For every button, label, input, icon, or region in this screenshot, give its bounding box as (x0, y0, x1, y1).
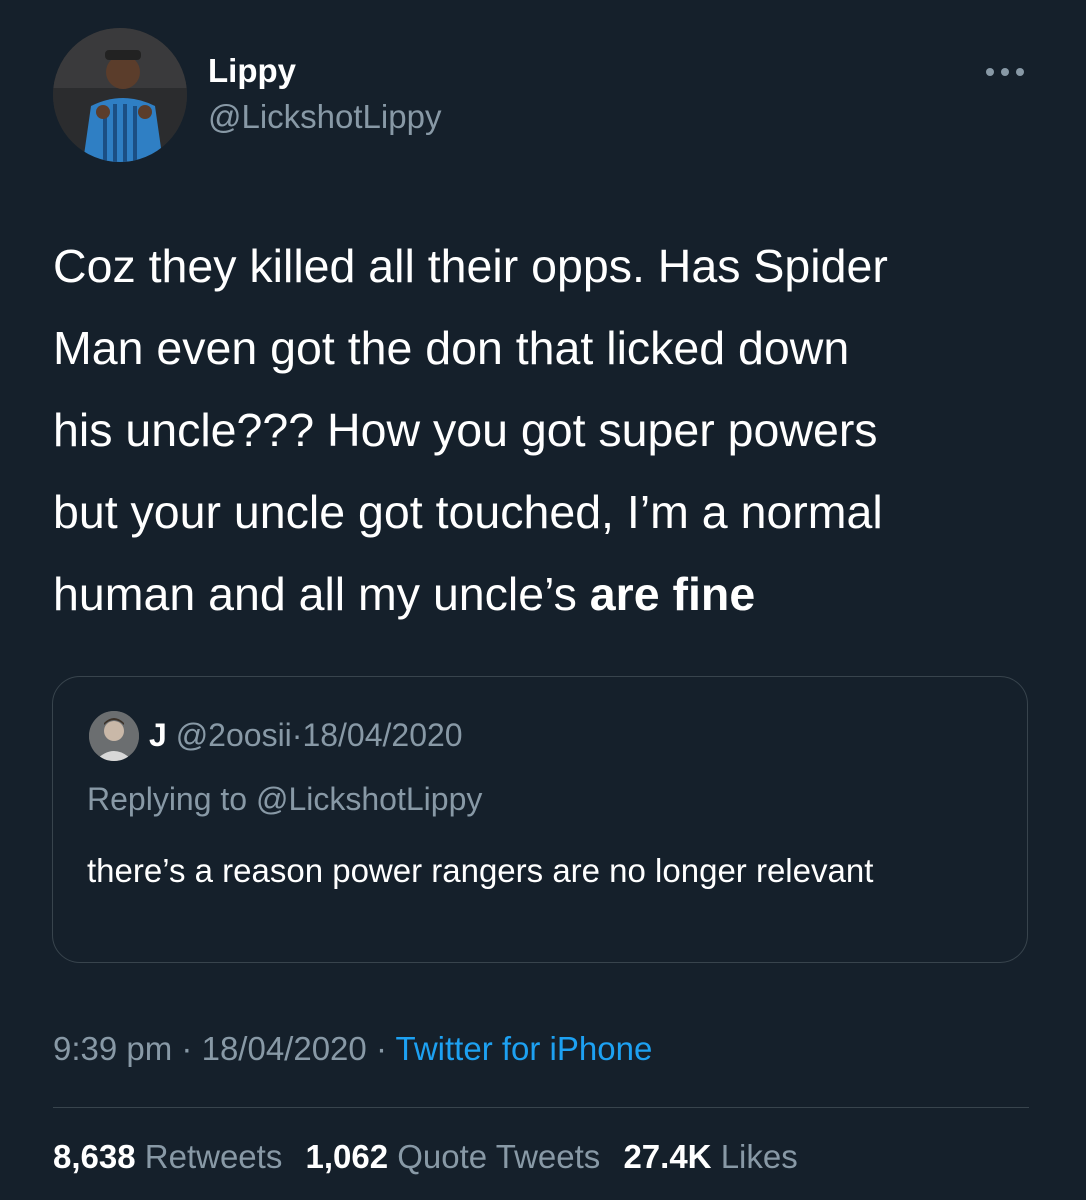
likes-label: Likes (720, 1138, 798, 1175)
divider (53, 1107, 1029, 1108)
tweet-text-bold: are fine (589, 568, 756, 620)
tweet-date[interactable]: 18/04/2020 (202, 1030, 367, 1067)
author-handle[interactable]: @LickshotLippy (208, 98, 441, 136)
tweet-text-line: human and all my uncle’s are fine (53, 553, 1043, 635)
tweet-text-line: Man even got the don that licked down (53, 322, 850, 374)
quote-tweets-stat[interactable]: 1,062 Quote Tweets (306, 1138, 601, 1175)
tweet-detail: Lippy @LickshotLippy Coz they killed all… (0, 0, 1086, 1200)
more-horizontal-icon[interactable] (983, 62, 1027, 82)
tweet-text-plain: human and all my uncle’s (53, 568, 590, 620)
retweets-count: 8,638 (53, 1138, 136, 1175)
quote-tweets-label: Quote Tweets (397, 1138, 601, 1175)
quoted-separator: · (291, 717, 303, 753)
tweet-stats: 8,638 Retweets 1,062 Quote Tweets 27.4K … (53, 1138, 812, 1176)
quoted-replying-to: Replying to @LickshotLippy (87, 781, 483, 817)
quoted-author-handle: @2oosii (175, 717, 292, 753)
quoted-header: J @2oosii·18/04/2020 (149, 717, 463, 754)
tweet-text-line: but your uncle got touched, I’m a normal (53, 486, 883, 538)
meta-separator: · (375, 1030, 387, 1067)
tweet-text-line: Coz they killed all their opps. Has Spid… (53, 240, 888, 292)
likes-count: 27.4K (623, 1138, 712, 1175)
quoted-author-avatar[interactable] (89, 711, 139, 761)
tweet-time[interactable]: 9:39 pm (53, 1030, 172, 1067)
retweets-stat[interactable]: 8,638 Retweets (53, 1138, 282, 1175)
quote-tweets-count: 1,062 (305, 1138, 389, 1175)
quoted-avatar-image (89, 711, 139, 761)
quoted-tweet[interactable]: J @2oosii·18/04/2020 Replying to @Licksh… (52, 676, 1028, 963)
quoted-text: there’s a reason power rangers are no lo… (87, 852, 874, 889)
tweet-text: Coz they killed all their opps. Has Spid… (53, 225, 1043, 635)
author-avatar-image (53, 28, 187, 162)
author-avatar[interactable] (53, 28, 187, 162)
quoted-author-name: J (149, 717, 167, 753)
tweet-source-link[interactable]: Twitter for iPhone (396, 1030, 653, 1067)
tweet-timestamp-row: 9:39 pm · 18/04/2020 · Twitter for iPhon… (53, 1030, 652, 1068)
retweets-label: Retweets (144, 1138, 283, 1175)
likes-stat[interactable]: 27.4K Likes (623, 1138, 797, 1175)
tweet-text-line: his uncle??? How you got super powers (53, 404, 878, 456)
meta-separator: · (181, 1030, 193, 1067)
author-name[interactable]: Lippy (208, 52, 296, 90)
quoted-date: 18/04/2020 (302, 717, 463, 753)
